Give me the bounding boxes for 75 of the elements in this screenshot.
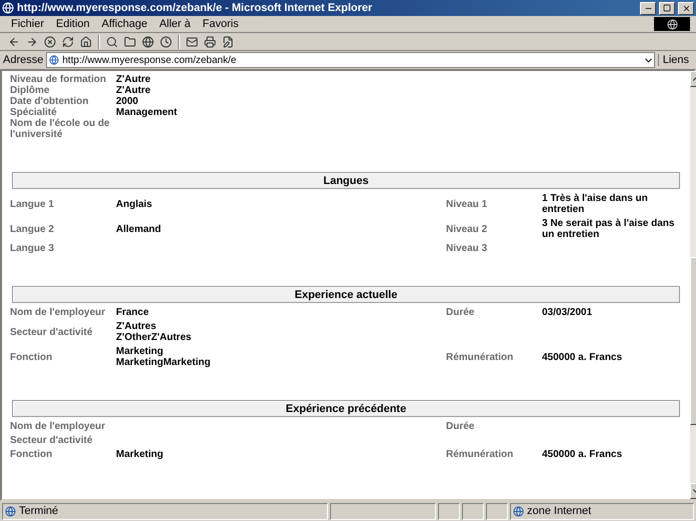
section-header: Langues [12,172,680,189]
page-icon [49,55,60,65]
field-label: Niveau 1 [446,198,488,210]
maximize-icon [663,4,671,12]
globe-button[interactable] [142,36,154,48]
field-label: Nom de l'école ou de l'université [10,118,110,140]
menu-item[interactable]: Fichier [6,18,50,30]
field-label: Diplôme [10,85,50,96]
field-value: Anglais [116,198,154,210]
history-button[interactable] [160,36,172,48]
field-label: Durée [446,307,476,318]
mail-button[interactable] [186,36,198,48]
section-header: Experience actuelle [12,286,680,303]
address-field[interactable]: http://www.myeresponse.com/zebank/e [46,52,655,68]
field-value: Z'Autre [116,85,152,96]
stop-button[interactable] [44,36,56,48]
maximize-button[interactable] [659,2,675,14]
field-value: 450000 a. Francs [542,449,624,460]
field-value: France [116,307,150,318]
zone-text: zone Internet [527,505,592,517]
field-value: Management [116,107,178,118]
field-label: Niveau de formation [10,74,108,85]
field-value: Marketing [116,449,164,460]
search-button[interactable] [106,36,118,48]
status-text: Terminé [19,505,58,517]
field-value: 3 Ne serait pas à l'aise dans un entretien [542,218,676,240]
field-label: Durée [446,421,476,432]
field-label: Secteur d'activité [10,326,94,338]
field-value: Marketing MarketingMarketing [116,346,212,368]
print-button[interactable] [204,36,216,48]
field-value: Z'Autre [116,74,152,85]
field-value: Z'Autres Z'OtherZ'Autres [116,321,192,343]
section-header: Expérience précédente [12,400,680,417]
close-button[interactable] [678,2,694,14]
minimize-button[interactable] [640,2,656,14]
field-value: 03/03/2001 [542,307,594,318]
address-label: Adresse [3,54,44,66]
field-label: Fonction [10,449,54,460]
field-label: Nom de l'employeur [10,421,106,432]
page-icon [5,506,16,516]
field-value: 1 Très à l'aise dans un entretien [542,193,649,215]
close-icon [682,4,690,12]
links-button[interactable]: Liens [658,54,693,66]
field-label: Secteur d'activité [10,435,94,446]
field-label: Niveau 2 [446,224,488,234]
status-pane [486,502,508,520]
back-button[interactable] [8,36,20,48]
field-value: 450000 a. Francs [542,352,624,362]
edit-button[interactable] [222,36,234,48]
window-title: http://www.myeresponse.com/zebank/e - Microsoft Internet Explorer [17,2,374,14]
menu-item[interactable]: Favoris [198,18,244,30]
field-label: Rémunération [446,449,514,460]
status-pane [438,502,460,520]
folder-button[interactable] [124,36,136,48]
field-label: Langue 3 [10,243,55,254]
field-label: Niveau 3 [446,243,488,254]
field-label: Fonction [10,352,54,362]
field-value: Allemand [116,224,162,234]
field-label: Spécialité [10,107,58,118]
menu-item[interactable]: Affichage [96,18,152,30]
field-label: Langue 1 [10,198,55,210]
globe-icon [666,18,678,30]
menu-item[interactable]: Edition [51,18,95,30]
refresh-button[interactable] [62,36,74,48]
globe-icon [513,506,524,516]
status-pane [462,502,484,520]
globe-icon [2,2,14,14]
field-value: 2000 [116,96,140,107]
menu-item[interactable]: Aller à [154,18,196,30]
field-label: Langue 2 [10,224,55,234]
field-label: Rémunération [446,352,514,362]
home-button[interactable] [80,36,92,48]
field-label: Nom de l'employeur [10,307,106,318]
field-label: Date d'obtention [10,96,90,107]
forward-button[interactable] [26,36,38,48]
